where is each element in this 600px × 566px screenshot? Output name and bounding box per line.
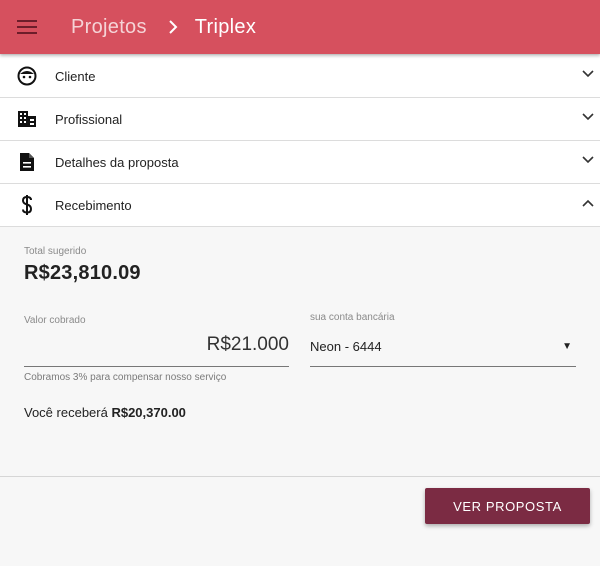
section-detalhes[interactable]: Detalhes da proposta xyxy=(0,141,600,184)
receive-value: R$20,370.00 xyxy=(111,405,186,420)
receive-prefix: Você receberá xyxy=(24,405,112,420)
chevron-right-icon xyxy=(161,15,185,39)
chevron-down-icon[interactable] xyxy=(580,66,596,82)
receive-summary: Você receberá R$20,370.00 xyxy=(24,405,186,420)
section-label: Detalhes da proposta xyxy=(55,154,179,170)
dropdown-arrow-icon: ▼ xyxy=(562,341,572,352)
charged-value-input[interactable]: R$21.000 xyxy=(24,331,289,367)
charged-label: Valor cobrado xyxy=(24,315,86,326)
charged-hint: Cobramos 3% para compensar nosso serviço xyxy=(24,372,227,383)
total-label: Total sugerido xyxy=(24,246,87,257)
menu-icon xyxy=(17,20,37,34)
section-label: Profissional xyxy=(55,111,123,127)
chevron-down-icon[interactable] xyxy=(580,109,596,125)
description-icon xyxy=(16,151,38,173)
chevron-down-icon[interactable] xyxy=(580,152,596,168)
account-label: sua conta bancária xyxy=(310,312,395,323)
bank-account-value: Neon - 6444 xyxy=(310,339,382,354)
chevron-up-icon[interactable] xyxy=(580,195,596,211)
business-icon xyxy=(16,108,38,130)
menu-button[interactable] xyxy=(0,0,54,54)
face-icon xyxy=(16,65,38,87)
app-bar: Projetos Triplex xyxy=(0,0,600,54)
section-label: Cliente xyxy=(55,68,96,84)
recebimento-panel: Total sugerido R$23,810.09 Valor cobrado… xyxy=(0,227,600,477)
breadcrumb-parent[interactable]: Projetos xyxy=(71,16,147,39)
section-label: Recebimento xyxy=(55,197,132,213)
total-value: R$23,810.09 xyxy=(24,262,141,284)
section-profissional[interactable]: Profissional xyxy=(0,98,600,141)
view-proposal-button[interactable]: VER PROPOSTA xyxy=(425,488,590,524)
breadcrumb-current: Triplex xyxy=(194,15,257,38)
section-recebimento[interactable]: Recebimento xyxy=(0,184,600,227)
bank-account-select[interactable]: Neon - 6444 ▼ xyxy=(310,331,576,367)
dollar-icon xyxy=(16,194,38,216)
section-cliente[interactable]: Cliente xyxy=(0,55,600,98)
